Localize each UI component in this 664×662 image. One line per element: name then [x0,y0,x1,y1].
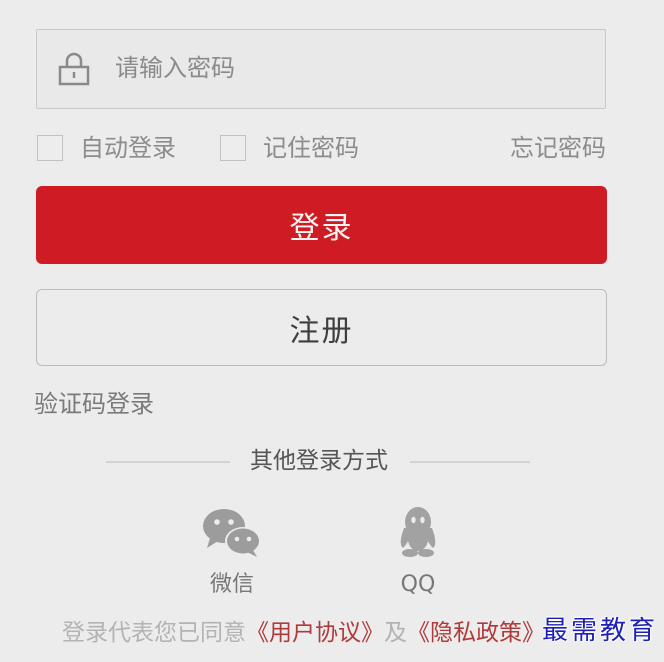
divider-left [106,461,230,463]
qq-icon[interactable] [396,506,440,558]
agreement-conjunction: 及 [384,620,407,646]
qq-label[interactable]: QQ [388,570,448,600]
agreement-text: 登录代表您已同意《用户协议》及《隐私政策》 [62,616,545,650]
password-input[interactable] [115,30,585,106]
login-button[interactable]: 登录 [36,186,607,264]
watermark: 最需教育 [541,616,658,646]
register-button[interactable]: 注册 [36,289,607,366]
password-field[interactable] [36,29,606,109]
wechat-label[interactable]: 微信 [202,570,262,600]
sms-login-link[interactable]: 验证码登录 [34,388,154,420]
wechat-icon[interactable] [202,508,262,558]
divider-right [410,461,530,463]
agreement-prefix: 登录代表您已同意 [62,620,246,646]
forgot-password-link[interactable]: 忘记密码 [510,132,606,164]
remember-password-label[interactable]: 记住密码 [263,132,359,164]
auto-login-label[interactable]: 自动登录 [80,132,176,164]
user-agreement-link[interactable]: 《用户协议》 [246,620,384,646]
other-login-title: 其他登录方式 [250,448,388,474]
privacy-policy-link[interactable]: 《隐私政策》 [407,620,545,646]
lock-icon [58,52,90,86]
auto-login-checkbox[interactable] [37,135,63,161]
remember-password-checkbox[interactable] [220,135,246,161]
